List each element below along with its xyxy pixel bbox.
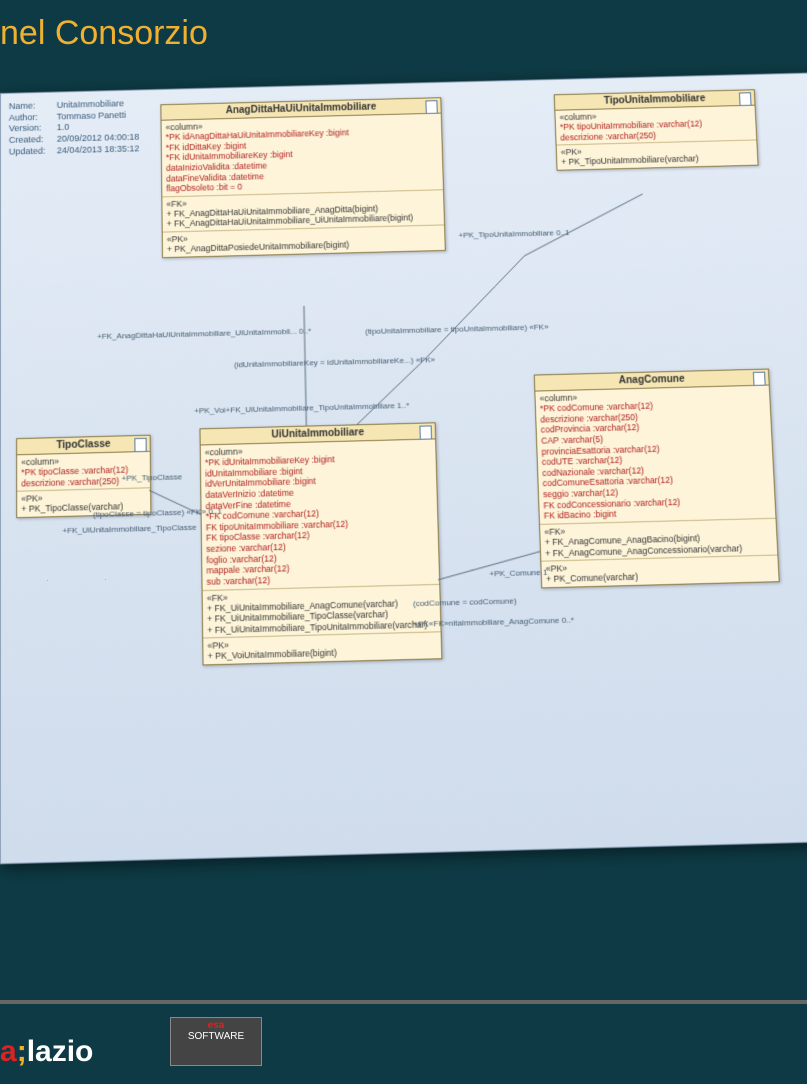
note-icon xyxy=(425,100,437,114)
diagram-metadata: Name:UnitaImmobiliare Author:Tommaso Pan… xyxy=(9,98,140,158)
assoc-label: +PK_Voi+FK_UiUnitaImmobiliare_TipoUnitaI… xyxy=(194,401,409,416)
note-icon xyxy=(753,372,766,386)
class-tipounitaimmobiliare[interactable]: TipoUnitaImmobiliare «column» *PK tipoUn… xyxy=(554,89,759,170)
column: descrizione :varchar(250) xyxy=(21,475,146,489)
class-title: AnagComune xyxy=(619,374,685,387)
class-title: TipoUnitaImmobiliare xyxy=(604,93,706,106)
assoc-label: +PK_TipoUnitaImmobiliare 0..1 xyxy=(458,228,570,240)
pk: PK_TipoClasse(varchar) xyxy=(21,501,146,515)
assoc-note: (tipoUnitaImmobiliare = tipoUnitaImmobil… xyxy=(365,322,549,336)
assoc-note: (idUnitaImmobiliareKey = idUnitaImmobili… xyxy=(234,355,436,369)
class-title: AnagDittaHaUiUnitaImmobiliare xyxy=(226,102,377,116)
assoc-label: +FK_AnagDittaHaUiUnitaImmobiliare_UiUnit… xyxy=(97,326,311,340)
diagram-canvas-wrap: Name:UnitaImmobiliare Author:Tommaso Pan… xyxy=(0,80,807,960)
esa-software-logo: esaSOFTWARE xyxy=(170,1017,262,1066)
note-icon xyxy=(134,438,146,452)
class-anagcomune[interactable]: AnagComune «column» *PK codComune :varch… xyxy=(534,369,780,589)
class-tipoclasse[interactable]: TipoClasse «column» *PK tipoClasse :varc… xyxy=(16,435,151,518)
slide-title: nel Consorzio xyxy=(0,14,208,53)
class-uiunitaimmobiliare[interactable]: UiUnitaImmobiliare «column» *PK idUnitaI… xyxy=(199,422,442,665)
note-icon xyxy=(739,92,752,106)
assoc-label: +PK_Comune 1 xyxy=(489,568,548,579)
uml-canvas: Name:UnitaImmobiliare Author:Tommaso Pan… xyxy=(0,72,807,864)
class-title: UiUnitaImmobiliare xyxy=(271,427,364,440)
assoc-extra: +FK_UiUnitaImmobiliare_TipoClasse xyxy=(62,523,197,536)
note-icon xyxy=(419,425,432,439)
slide-footer: a;lazio esaSOFTWARE xyxy=(0,1000,807,1084)
class-anagdittahauiunitaimmobiliare[interactable]: AnagDittaHaUiUnitaImmobiliare «column» *… xyxy=(160,97,445,258)
brand-logo: a;lazio xyxy=(0,1035,93,1069)
class-title: TipoClasse xyxy=(56,439,110,451)
